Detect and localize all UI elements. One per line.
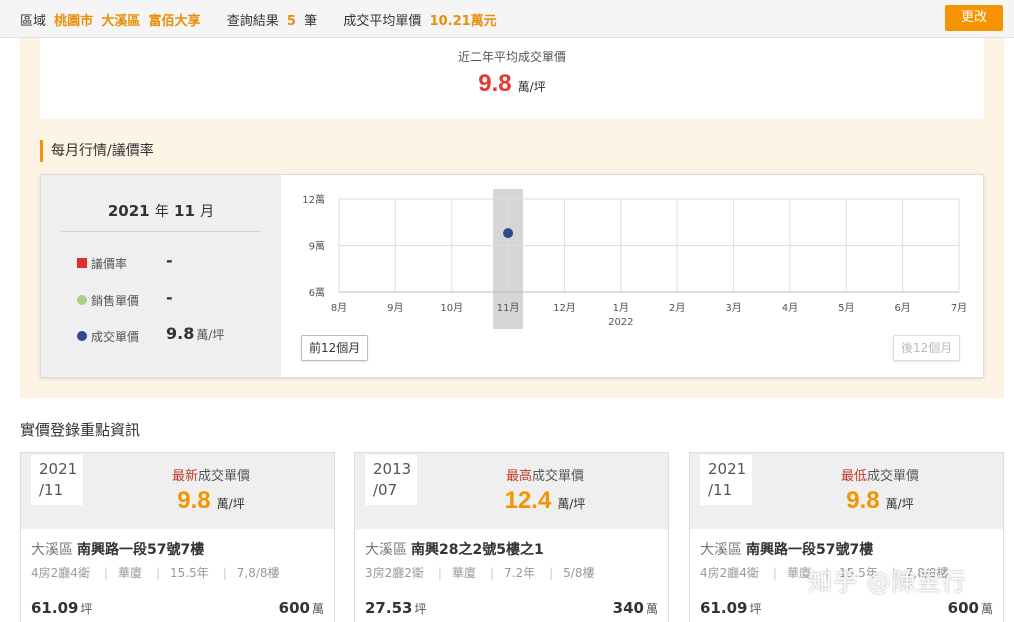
price-type: 最低成交單價 bbox=[840, 469, 920, 484]
address: 大溪區 南興路一段57號7樓 bbox=[700, 542, 874, 558]
card-header: 2021/11 最低成交單價 9.8 萬/坪 bbox=[690, 453, 1003, 529]
address: 大溪區 南興28之2號5樓之1 bbox=[365, 542, 544, 558]
watermark: 知乎 @陳昱行 bbox=[808, 568, 967, 596]
key-info-title: 實價登錄重點資訊 bbox=[20, 421, 141, 439]
green-dot-icon bbox=[77, 295, 87, 305]
deal-price-value: 9.8 萬/坪 bbox=[166, 324, 225, 343]
deal-price-point bbox=[503, 228, 514, 239]
unit-price: 9.8 萬/坪 bbox=[177, 487, 245, 514]
selected-month: 2021 年 11 月 bbox=[107, 202, 215, 220]
x-tick-label: 2月 bbox=[669, 302, 685, 314]
divider bbox=[61, 231, 261, 232]
floor-area: 27.53 坪 bbox=[365, 599, 427, 617]
x-tick-label: 3月 bbox=[725, 302, 741, 314]
unit-price: 9.8 萬/坪 bbox=[846, 487, 914, 514]
x-tick-label: 12月 bbox=[553, 302, 576, 314]
floor-area: 61.09 坪 bbox=[700, 599, 762, 617]
monthly-chart-panel: 2021 年 11 月 議價率 - 銷售單價 - 成交單價 9.8 萬/坪 6萬… bbox=[40, 174, 984, 378]
total-price: 600 萬 bbox=[947, 599, 993, 617]
market-section: 近二年平均成交單價 9.8 萬/坪 每月行情/議價率 2021 年 11 月 議價… bbox=[20, 38, 1004, 398]
prev-12-months-button[interactable]: 前12個月 bbox=[301, 335, 369, 361]
deal-date: 2013/07 bbox=[365, 455, 417, 505]
property-meta: 4房2廳4衛 | 華廈 | 15.5年 | 7,8/8樓 bbox=[31, 566, 280, 580]
month-detail: 2021 年 11 月 議價率 - 銷售單價 - 成交單價 9.8 萬/坪 bbox=[41, 175, 281, 377]
y-tick-label: 12萬 bbox=[302, 193, 325, 206]
summary-price: 9.8 萬/坪 bbox=[40, 70, 984, 98]
deal-date: 2021/11 bbox=[31, 455, 83, 505]
x-tick-label: 4月 bbox=[782, 302, 798, 314]
x-tick-label: 10月 bbox=[440, 302, 463, 314]
y-tick-label: 9萬 bbox=[309, 240, 325, 253]
next-12-months-button[interactable]: 後12個月 bbox=[893, 335, 961, 361]
bargain-rate-value: - bbox=[166, 251, 173, 270]
listing-price-value: - bbox=[166, 288, 173, 307]
monthly-section-title: 每月行情/議價率 bbox=[40, 140, 154, 162]
blue-dot-icon bbox=[77, 331, 87, 341]
region-label: 區域 bbox=[20, 14, 47, 29]
unit-price: 12.4 萬/坪 bbox=[504, 487, 586, 514]
red-square-icon bbox=[77, 258, 87, 268]
filter-bar: 區域 桃園市 大溪區 富佰大享 查詢結果 5 筆 成交平均單價 10.21萬元 … bbox=[0, 0, 1014, 38]
avg-price-value: 10.21萬元 bbox=[429, 14, 497, 29]
card-header: 2021/11 最新成交單價 9.8 萬/坪 bbox=[21, 453, 334, 529]
avg-price-label: 成交平均單價 bbox=[343, 14, 422, 29]
x-tick-label: 9月 bbox=[387, 302, 403, 314]
monthly-price-chart: 6萬 9萬 12萬 8月 9月 10月 11月 12月 1月 2月 3月 4月 5月 6月 7月 2022 bbox=[302, 189, 967, 329]
year-label: 2022 bbox=[608, 317, 633, 328]
filter-summary: 區域 桃園市 大溪區 富佰大享 查詢結果 5 筆 成交平均單價 10.21萬元 bbox=[20, 10, 501, 29]
y-tick-label: 6萬 bbox=[309, 286, 325, 299]
card-header: 2013/07 最高成交單價 12.4 萬/坪 bbox=[355, 453, 668, 529]
deal-date: 2021/11 bbox=[700, 455, 752, 505]
x-tick-label: 5月 bbox=[838, 302, 854, 314]
x-tick-label: 6月 bbox=[894, 302, 910, 314]
highest-price-card[interactable]: 2013/07 最高成交單價 12.4 萬/坪 大溪區 南興28之2號5樓之1 3房… bbox=[354, 452, 669, 622]
latest-price-card[interactable]: 2021/11 最新成交單價 9.8 萬/坪 大溪區 南興路一段57號7樓 4房2廳… bbox=[20, 452, 335, 622]
results-unit: 筆 bbox=[304, 14, 318, 29]
summary-value: 9.8 bbox=[478, 70, 512, 97]
price-type: 最新成交單價 bbox=[171, 469, 251, 484]
two-year-summary: 近二年平均成交單價 9.8 萬/坪 bbox=[40, 38, 984, 119]
summary-title: 近二年平均成交單價 bbox=[457, 50, 566, 64]
district: 大溪區 bbox=[101, 14, 141, 29]
property-meta: 3房2廳2衛 | 華廈 | 7.2年 | 5/8樓 bbox=[365, 566, 595, 580]
x-tick-label: 1月 bbox=[613, 302, 629, 314]
floor-area: 61.09 坪 bbox=[31, 599, 93, 617]
total-price: 600 萬 bbox=[278, 599, 324, 617]
change-button[interactable]: 更改 bbox=[945, 5, 1003, 31]
summary-unit: 萬/坪 bbox=[517, 80, 546, 94]
x-tick-label: 11月 bbox=[497, 302, 520, 314]
results-count: 5 bbox=[286, 14, 296, 29]
results-label: 查詢結果 bbox=[226, 14, 279, 29]
price-type: 最高成交單價 bbox=[505, 469, 585, 484]
x-tick-label: 8月 bbox=[331, 302, 347, 314]
x-tick-label: 7月 bbox=[951, 302, 967, 314]
community: 富佰大享 bbox=[148, 14, 201, 29]
city: 桃園市 bbox=[54, 14, 94, 29]
address: 大溪區 南興路一段57號7樓 bbox=[31, 542, 205, 558]
total-price: 340 萬 bbox=[612, 599, 658, 617]
